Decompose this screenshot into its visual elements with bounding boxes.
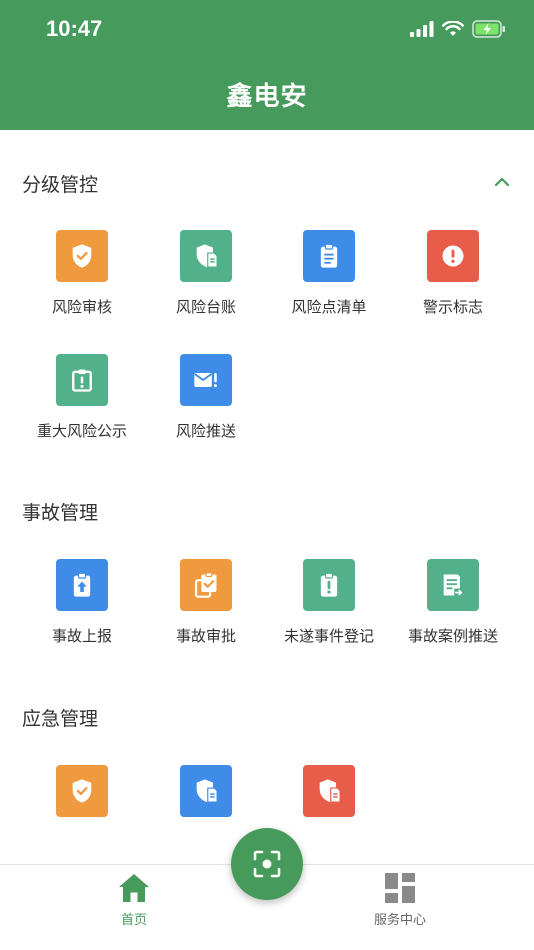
shield-check-icon	[56, 230, 108, 282]
document-send-icon	[427, 559, 479, 611]
grid-item-risk-push[interactable]: 风险推送	[144, 354, 268, 464]
scan-button[interactable]	[231, 828, 303, 900]
alert-circle-icon	[427, 230, 479, 282]
badge-alert-icon	[56, 354, 108, 406]
clipboard-alert-icon	[303, 559, 355, 611]
grid-item-emergency-1[interactable]	[20, 765, 144, 864]
grid-item-risk-ledger[interactable]: 风险台账	[144, 230, 268, 340]
shield-check-icon	[56, 765, 108, 817]
item-label: 风险台账	[175, 298, 236, 316]
wifi-icon	[442, 21, 464, 36]
grid-item-risk-point-list[interactable]: 风险点清单	[267, 230, 391, 340]
dashboard-icon	[383, 871, 417, 905]
shield-document-icon	[303, 765, 355, 817]
item-label: 事故审批	[175, 627, 236, 645]
grid-item-risk-review[interactable]: 风险审核	[20, 230, 144, 340]
tab-home[interactable]: 首页	[64, 865, 204, 950]
section-risk-control: 分级管控 风险审核 风险台账 风险点清单 警示标志 重大风险公示 风险推送	[0, 130, 534, 460]
tab-label: 首页	[120, 913, 147, 928]
tab-label: 服务中心	[373, 913, 426, 928]
item-label: 事故上报	[51, 627, 112, 645]
page-title: 鑫电安	[226, 82, 308, 112]
section-title: 应急管理	[22, 708, 99, 730]
status-icons	[410, 20, 506, 38]
item-label: 未遂事件登记	[283, 627, 374, 645]
clipboard-upload-icon	[56, 559, 108, 611]
grid-item-near-miss-register[interactable]: 未遂事件登记	[267, 559, 391, 669]
shield-document-icon	[180, 765, 232, 817]
grid-item-case-push[interactable]: 事故案例推送	[391, 559, 515, 669]
item-label: 警示标志	[422, 298, 483, 316]
mail-alert-icon	[180, 354, 232, 406]
clipboard-check-icon	[180, 559, 232, 611]
item-label: 风险推送	[175, 422, 236, 440]
item-label: 事故案例推送	[407, 627, 498, 645]
battery-charging-icon	[472, 20, 505, 38]
clipboard-list-icon	[303, 230, 355, 282]
item-label: 重大风险公示	[36, 422, 127, 440]
section-title: 分级管控	[22, 174, 99, 196]
section-accident-management: 事故管理 事故上报 事故审批 未遂事件登记 事故案例推送	[0, 460, 534, 710]
grid-item-accident-report[interactable]: 事故上报	[20, 559, 144, 669]
home-icon	[117, 871, 151, 905]
signal-icon	[410, 21, 434, 37]
main-content[interactable]: 分级管控 风险审核 风险台账 风险点清单 警示标志 重大风险公示 风险推送 事故…	[0, 130, 534, 864]
item-label: 风险点清单	[291, 298, 367, 316]
item-label: 风险审核	[51, 298, 112, 316]
status-time: 10:47	[46, 16, 103, 41]
shield-document-icon	[180, 230, 232, 282]
chevron-up-icon[interactable]	[492, 172, 512, 192]
grid-item-major-risk-notice[interactable]: 重大风险公示	[20, 354, 144, 464]
scan-icon	[253, 850, 281, 878]
grid-item-warning-signs[interactable]: 警示标志	[391, 230, 515, 340]
tab-services[interactable]: 服务中心	[330, 865, 470, 950]
app-header: 10:47 鑫电安	[0, 0, 534, 130]
section-title: 事故管理	[22, 502, 99, 524]
grid-item-accident-approval[interactable]: 事故审批	[144, 559, 268, 669]
status-bar: 10:47	[0, 0, 534, 60]
